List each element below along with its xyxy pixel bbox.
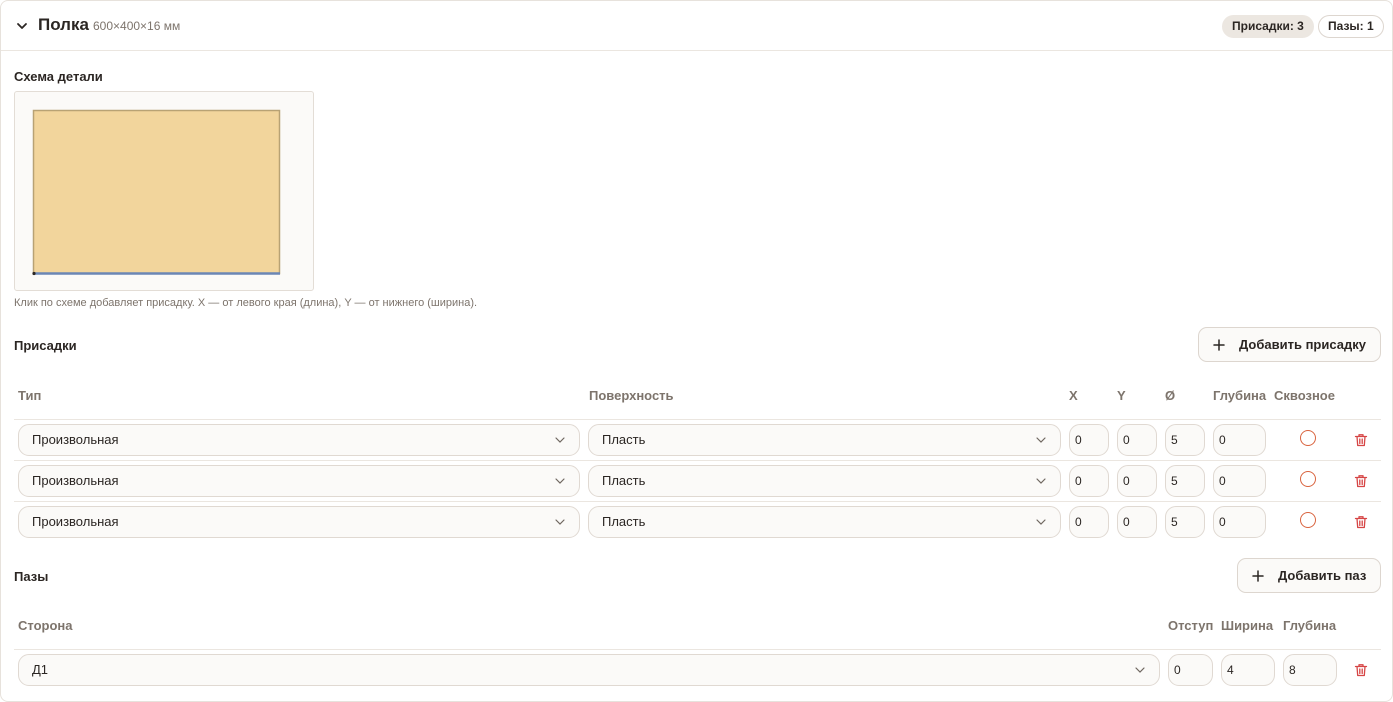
add-groove-label: Добавить паз [1278, 568, 1367, 583]
part-header[interactable]: Полка 600×400×16 мм Присадки: 3 Пазы: 1 [1, 1, 1392, 51]
add-drilling-label: Добавить присадку [1239, 337, 1366, 352]
col-x: X [1069, 388, 1078, 403]
groove-depth-input[interactable]: 8 [1283, 654, 1337, 686]
col-groove-depth: Глубина [1283, 618, 1337, 633]
origin-point [32, 271, 36, 276]
col-type: Тип [18, 388, 42, 403]
drilling-depth-input[interactable]: 0 [1213, 424, 1266, 456]
part-scheme[interactable] [14, 91, 314, 291]
col-width: Ширина [1221, 618, 1274, 633]
drilling-depth-input[interactable]: 0 [1213, 465, 1266, 497]
col-diameter: Ø [1165, 388, 1176, 403]
drilling-surface-select[interactable]: Пласть [588, 465, 1061, 497]
drilling-surface-select[interactable]: Пласть [588, 424, 1061, 456]
panel-shape [32, 109, 281, 275]
chevron-down-icon [555, 519, 565, 525]
chevron-down-icon [1036, 519, 1046, 525]
drilling-x-input[interactable]: 0 [1069, 424, 1109, 456]
col-side: Сторона [18, 618, 73, 633]
drilling-y-input[interactable]: 0 [1117, 465, 1157, 497]
plus-icon [1213, 338, 1225, 351]
divider [14, 419, 1381, 420]
col-depth: Глубина [1213, 388, 1267, 403]
drilling-diameter-input[interactable]: 5 [1165, 506, 1205, 538]
drilling-through-radio[interactable] [1300, 512, 1316, 528]
trash-icon[interactable] [1354, 474, 1368, 488]
chevron-down-icon [1036, 478, 1046, 484]
groove-width-input[interactable]: 4 [1221, 654, 1275, 686]
divider [14, 460, 1381, 461]
col-offset: Отступ [1168, 618, 1214, 633]
chevron-down-icon[interactable] [16, 20, 28, 32]
drilling-through-radio[interactable] [1300, 471, 1316, 487]
drilling-type-select[interactable]: Произвольная [18, 506, 580, 538]
scheme-hint: Клик по схеме добавляет присадку. X — от… [14, 297, 478, 309]
chevron-down-icon [555, 437, 565, 443]
part-scheme-drawing[interactable] [15, 92, 315, 292]
trash-icon[interactable] [1354, 433, 1368, 447]
col-surface: Поверхность [589, 388, 674, 403]
drilling-depth-input[interactable]: 0 [1213, 506, 1266, 538]
divider [14, 649, 1381, 650]
drilling-diameter-input[interactable]: 5 [1165, 424, 1205, 456]
drillings-title: Присадки [14, 338, 77, 353]
col-y: Y [1117, 388, 1126, 403]
part-title: Полка [38, 15, 89, 34]
scheme-title: Схема детали [14, 69, 103, 84]
plus-icon [1252, 569, 1264, 582]
part-dimensions: 600×400×16 мм [93, 19, 181, 33]
trash-icon[interactable] [1354, 515, 1368, 529]
drilling-type-select[interactable]: Произвольная [18, 465, 580, 497]
chevron-down-icon [1135, 667, 1145, 673]
col-through: Сквозное [1274, 388, 1335, 403]
drilling-x-input[interactable]: 0 [1069, 465, 1109, 497]
drilling-surface-select[interactable]: Пласть [588, 506, 1061, 538]
drilling-type-select[interactable]: Произвольная [18, 424, 580, 456]
chevron-down-icon [555, 478, 565, 484]
drilling-through-radio[interactable] [1300, 430, 1316, 446]
drilling-y-input[interactable]: 0 [1117, 506, 1157, 538]
drilling-y-input[interactable]: 0 [1117, 424, 1157, 456]
divider [14, 501, 1381, 502]
grooves-title: Пазы [14, 569, 49, 584]
drillings-count-badge: Присадки: 3 [1222, 15, 1314, 38]
groove-offset-input[interactable]: 0 [1168, 654, 1213, 686]
chevron-down-icon [1036, 437, 1046, 443]
add-drilling-button[interactable]: Добавить присадку [1198, 327, 1381, 362]
add-groove-button[interactable]: Добавить паз [1237, 558, 1381, 593]
groove-side-select[interactable]: Д1 [18, 654, 1160, 686]
grooves-count-badge: Пазы: 1 [1318, 15, 1384, 38]
trash-icon[interactable] [1354, 663, 1368, 677]
drilling-diameter-input[interactable]: 5 [1165, 465, 1205, 497]
drilling-x-input[interactable]: 0 [1069, 506, 1109, 538]
part-card: Полка 600×400×16 мм Присадки: 3 Пазы: 1 … [0, 0, 1393, 702]
